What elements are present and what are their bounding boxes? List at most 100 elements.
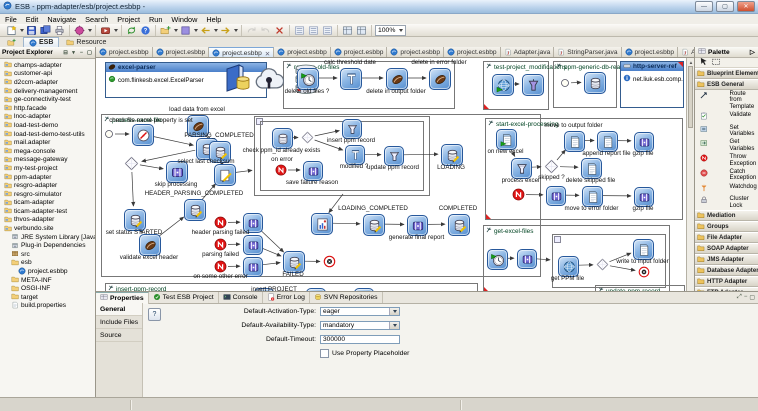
node-pef-start[interactable] [104,129,114,139]
node-pef-setstatus[interactable] [124,209,146,231]
menu-window[interactable]: Window [171,15,197,24]
tree-item[interactable]: my-test-project [1,164,95,173]
node-ig-save[interactable] [303,161,323,181]
debug-button-dropdown-icon[interactable] [88,29,92,32]
default-activation-type--field[interactable]: eager [320,307,400,316]
tree-item[interactable]: thvos-adapter [1,216,95,225]
tree-item[interactable]: mail.adapter [1,138,95,147]
menu-navigate[interactable]: Navigate [47,15,76,24]
palette-item-watchdog[interactable]: Watchdog [695,183,758,195]
node-sep-moveout[interactable] [564,131,585,152]
delete-button[interactable] [273,25,286,36]
selection-tool-icon[interactable] [699,57,708,68]
palette-item-set-variables[interactable]: Set Variables [695,124,758,139]
editor-tab-3[interactable]: project.esbbp [274,47,331,58]
node-rof-timer[interactable] [297,68,319,90]
node-sep-onnew[interactable] [496,129,517,150]
palette-item-route-from-template[interactable]: Route from Template [695,90,758,111]
palette-drawer-http-adapter[interactable]: HTTP Adapter [695,276,758,287]
canvas-vertical-scrollbar[interactable]: ▲ [686,58,694,291]
bottom-tab-properties[interactable]: Properties [96,292,149,304]
node-tp-web[interactable] [492,74,514,96]
palette-item-validate[interactable]: Validate [695,111,758,123]
esb-flow-canvas[interactable]: remove-old-filestest-project_modificatio… [96,58,686,291]
run-external-tools-button-dropdown-icon[interactable] [114,29,118,32]
node-ig-insert[interactable] [342,119,362,139]
layout-list-button[interactable] [307,25,320,36]
node-pdr-start[interactable] [560,78,570,88]
node-gef-timer[interactable] [487,249,508,270]
node-loading-db[interactable] [441,144,463,166]
menu-run[interactable]: Run [149,15,162,24]
tree-item[interactable]: message-gateway [1,156,95,165]
tree-item[interactable]: ticam-adapter [1,199,95,208]
new-test-button-dropdown-icon[interactable] [194,29,198,32]
group-update-ppm-record[interactable]: update-ppm-record [595,285,685,291]
node-pef-err1[interactable] [214,216,227,229]
help-button[interactable]: ? [148,308,161,321]
palette-drawer-jms-adapter[interactable]: JMS Adapter [695,254,758,265]
menu-file[interactable]: File [5,15,17,24]
new-wizard-button-dropdown-icon[interactable] [20,29,24,32]
node-gef-e[interactable] [517,249,537,269]
outline-list-button[interactable] [293,25,306,36]
sort-list-button[interactable] [321,25,334,36]
palette-drawer-blueprint-elements[interactable]: Blueprint Elements [695,68,758,79]
editor-tab-0[interactable]: project.esbbp [96,47,153,58]
perspective-tab-resource[interactable]: Resource [61,37,111,47]
node-pef-endring[interactable] [323,255,336,268]
bottom-tab-test-esb-project[interactable]: Test ESB Project [149,292,219,303]
palette-item-get-variables[interactable]: Get Variables [695,138,758,153]
tree-item[interactable]: champs-adapter [1,61,95,70]
editor-tab-7[interactable]: JAdapter.java [501,47,555,58]
use-property-placeholder-checkbox[interactable] [320,349,329,358]
editor-tab-5[interactable]: project.esbbp [387,47,444,58]
tree-item[interactable]: resgro-adapter [1,181,95,190]
new-esb-component-button-dropdown-icon[interactable] [174,29,178,32]
editor-tab-2[interactable]: project.esbbp✕ [209,47,274,58]
tree-item[interactable]: mega-console [1,147,95,156]
editor-tab-4[interactable]: project.esbbp [331,47,388,58]
node-pef-err3[interactable] [214,260,227,273]
print-button[interactable] [53,25,66,36]
node-pef-ldcompdb[interactable] [363,214,385,236]
tree-item[interactable]: resgro-simulator [1,190,95,199]
zoom-dropdown-icon[interactable] [399,29,403,32]
node-sep-skipd[interactable] [544,159,559,174]
node-sep-gzip2[interactable] [634,187,654,207]
node-rof-bean2[interactable] [429,68,451,90]
forward-button[interactable] [219,25,232,36]
bottom-tab-console[interactable]: Console [219,292,263,303]
editor-tab-1[interactable]: project.esbbp [153,47,210,58]
tree-item[interactable]: d2ccm-adapter [1,78,95,87]
palette-drawer-esb-general[interactable]: ESB General [695,79,758,90]
editor-tab-9[interactable]: project.esbbp [622,47,679,58]
grid-view-button[interactable] [355,25,368,36]
node-pef-d1[interactable] [124,156,139,171]
collapse-all-icon[interactable]: ⊟ [62,49,69,56]
node-pef-genrep[interactable] [407,215,428,236]
node-pef-hdrdb[interactable] [184,199,206,221]
section-include-files[interactable]: Include Files [96,316,142,329]
table-view-button[interactable] [341,25,354,36]
minimize-panel-icon[interactable]: − [744,294,748,301]
menu-help[interactable]: Help [206,15,221,24]
tree-item[interactable]: delivery-management [1,87,95,96]
node-ig-modt[interactable] [345,145,365,165]
help-search-button[interactable]: ? [139,25,152,36]
tree-item[interactable]: customer-api [1,70,95,79]
menu-edit[interactable]: Edit [26,15,39,24]
bottom-tab-svn-repositories[interactable]: SVN Repositories [310,292,383,303]
node-pef-valbean[interactable] [139,234,161,256]
run-external-tools-button[interactable] [99,25,112,36]
node-pef-e2[interactable] [243,235,263,255]
node-rof-transform[interactable] [340,68,362,90]
section-general[interactable]: General [96,303,142,316]
marquee-tool-icon[interactable] [711,57,720,68]
minimize-view-icon[interactable]: − [78,49,85,56]
palette-item-throw-exception[interactable]: Throw Exception [695,153,758,168]
palette-drawer-groups[interactable]: Groups [695,221,758,232]
palette-collapse-icon[interactable]: ▷ [750,48,755,56]
debug-button[interactable] [73,25,86,36]
node-pef-compdb[interactable] [448,214,470,236]
